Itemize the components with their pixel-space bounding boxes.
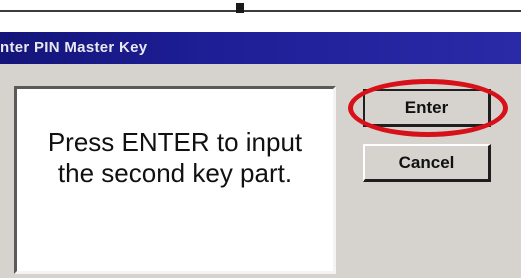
window-top-edge: [0, 0, 521, 36]
top-edge-marker: [236, 3, 244, 13]
dialog-title: nter PIN Master Key: [0, 39, 148, 56]
message-line-1: Press ENTER to input: [47, 127, 303, 157]
message-panel: Press ENTER to input the second key part…: [14, 86, 336, 274]
dialog-titlebar[interactable]: nter PIN Master Key: [0, 32, 521, 64]
cancel-button[interactable]: Cancel: [363, 144, 491, 182]
dialog-body: Press ENTER to input the second key part…: [0, 64, 521, 278]
enter-button[interactable]: Enter: [363, 89, 491, 127]
top-divider-line: [0, 10, 521, 12]
message-line-2: the second key part.: [57, 158, 293, 188]
message-text: Press ENTER to input the second key part…: [17, 127, 333, 189]
